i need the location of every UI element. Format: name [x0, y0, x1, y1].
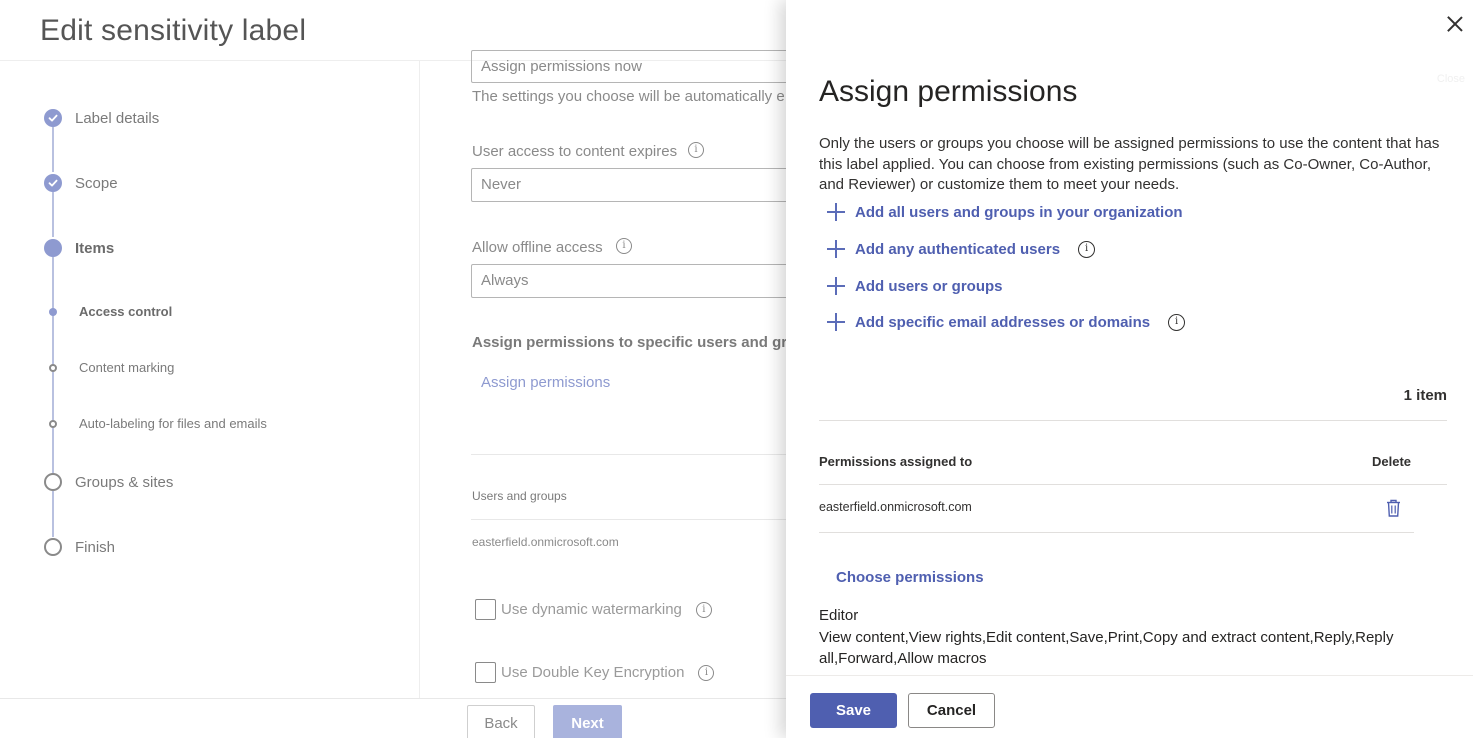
- dynamic-watermark-checkbox[interactable]: Use dynamic watermarking i: [475, 599, 712, 620]
- step-label: Items: [75, 239, 115, 257]
- info-icon[interactable]: i: [688, 142, 704, 158]
- assign-permissions-panel: Close Assign permissions Only the users …: [786, 0, 1473, 738]
- step-label: Label details: [75, 109, 160, 127]
- step-scope[interactable]: Scope: [44, 174, 118, 192]
- checkbox-label: Use dynamic watermarking: [501, 601, 682, 618]
- step-access-control[interactable]: Access control: [44, 304, 172, 319]
- step-finish[interactable]: Finish: [44, 538, 115, 556]
- step-label: Auto-labeling for files and emails: [79, 416, 267, 431]
- step-label: Scope: [75, 174, 118, 192]
- plus-icon: [827, 313, 845, 331]
- step-label-details[interactable]: Label details: [44, 109, 159, 127]
- action-label: Add specific email addresses or domains: [855, 313, 1151, 331]
- next-button[interactable]: Next: [553, 705, 622, 738]
- substep-dot: [49, 363, 57, 372]
- checkmark-icon: [44, 174, 62, 192]
- plus-icon: [827, 203, 845, 221]
- step-label: Access control: [79, 304, 173, 319]
- plus-icon: [827, 277, 845, 295]
- action-label: Add all users and groups in your organiz…: [855, 203, 1183, 221]
- specific-users-heading: Assign permissions to specific users and…: [472, 334, 797, 351]
- column-header-assigned: Permissions assigned to: [819, 454, 973, 469]
- cancel-button[interactable]: Cancel: [908, 693, 995, 728]
- info-icon[interactable]: i: [698, 664, 715, 681]
- footer-divider: [786, 675, 1473, 676]
- step-items[interactable]: Items: [44, 239, 114, 257]
- stepper-connector: [52, 192, 54, 237]
- choose-permissions-link[interactable]: Choose permissions: [836, 569, 984, 586]
- close-icon[interactable]: [1445, 14, 1465, 34]
- info-icon[interactable]: i: [695, 601, 712, 618]
- column-header-delete: Delete: [1372, 454, 1412, 469]
- close-hint: Close: [1436, 73, 1465, 85]
- checkmark-icon: [44, 109, 62, 127]
- expires-label: User access to content expires: [472, 143, 678, 160]
- checkbox-box[interactable]: [475, 599, 496, 620]
- substep-dot: [49, 307, 57, 316]
- users-groups-header: Users and groups: [472, 489, 567, 503]
- step-content-marking[interactable]: Content marking: [44, 360, 174, 375]
- step-label: Content marking: [79, 360, 175, 375]
- action-label: Add users or groups: [855, 277, 1003, 295]
- save-button[interactable]: Save: [810, 693, 897, 728]
- info-icon[interactable]: i: [1168, 313, 1186, 331]
- current-step-dot: [44, 239, 62, 257]
- stepper-connector: [52, 127, 54, 172]
- divider: [471, 519, 786, 520]
- divider: [819, 420, 1447, 421]
- checkbox-box[interactable]: [475, 662, 496, 683]
- substep-dot: [49, 419, 57, 428]
- add-email-domains-button[interactable]: Add specific email addresses or domains …: [827, 313, 1186, 331]
- offline-label: Allow offline access: [472, 239, 603, 256]
- step-auto-labeling[interactable]: Auto-labeling for files and emails: [44, 416, 267, 431]
- permission-role: Editor: [819, 607, 859, 624]
- step-groups-sites[interactable]: Groups & sites: [44, 473, 173, 491]
- page-title: Edit sensitivity label: [40, 14, 307, 47]
- offline-dropdown[interactable]: Always: [471, 264, 801, 298]
- info-icon[interactable]: i: [1078, 240, 1096, 258]
- permission-rights: View content,View rights,Edit content,Sa…: [819, 629, 1394, 667]
- users-groups-row: easterfield.onmicrosoft.com: [472, 535, 619, 549]
- stepper-connector: [52, 491, 54, 537]
- add-users-groups-button[interactable]: Add users or groups: [827, 277, 1003, 295]
- divider: [819, 484, 1447, 485]
- action-label: Add any authenticated users: [855, 240, 1061, 258]
- divider: [471, 454, 786, 455]
- table-row: easterfield.onmicrosoft.com: [819, 500, 972, 514]
- dke-checkbox[interactable]: Use Double Key Encryption i: [475, 662, 715, 683]
- assign-permissions-link[interactable]: Assign permissions: [481, 374, 610, 391]
- assign-mode-dropdown[interactable]: Assign permissions now: [471, 50, 801, 83]
- step-label: Groups & sites: [75, 473, 174, 491]
- divider: [819, 532, 1414, 533]
- panel-title: Assign permissions: [819, 75, 1078, 108]
- step-dot: [44, 473, 62, 491]
- panel-description: Only the users or groups you choose will…: [819, 135, 1440, 193]
- add-all-users-button[interactable]: Add all users and groups in your organiz…: [827, 203, 1183, 221]
- trash-icon[interactable]: [1385, 498, 1402, 518]
- item-count: 1 item: [1403, 387, 1447, 404]
- plus-icon: [827, 240, 845, 258]
- step-label: Finish: [75, 538, 116, 556]
- settings-note: The settings you choose will be automati…: [472, 88, 785, 105]
- back-button[interactable]: Back: [467, 705, 535, 738]
- checkbox-label: Use Double Key Encryption: [501, 664, 685, 681]
- footer-divider: [0, 698, 786, 699]
- add-authenticated-users-button[interactable]: Add any authenticated users i: [827, 240, 1096, 258]
- expires-dropdown[interactable]: Never: [471, 168, 801, 202]
- step-dot: [44, 538, 62, 556]
- info-icon[interactable]: i: [616, 238, 632, 254]
- nav-divider: [419, 61, 420, 698]
